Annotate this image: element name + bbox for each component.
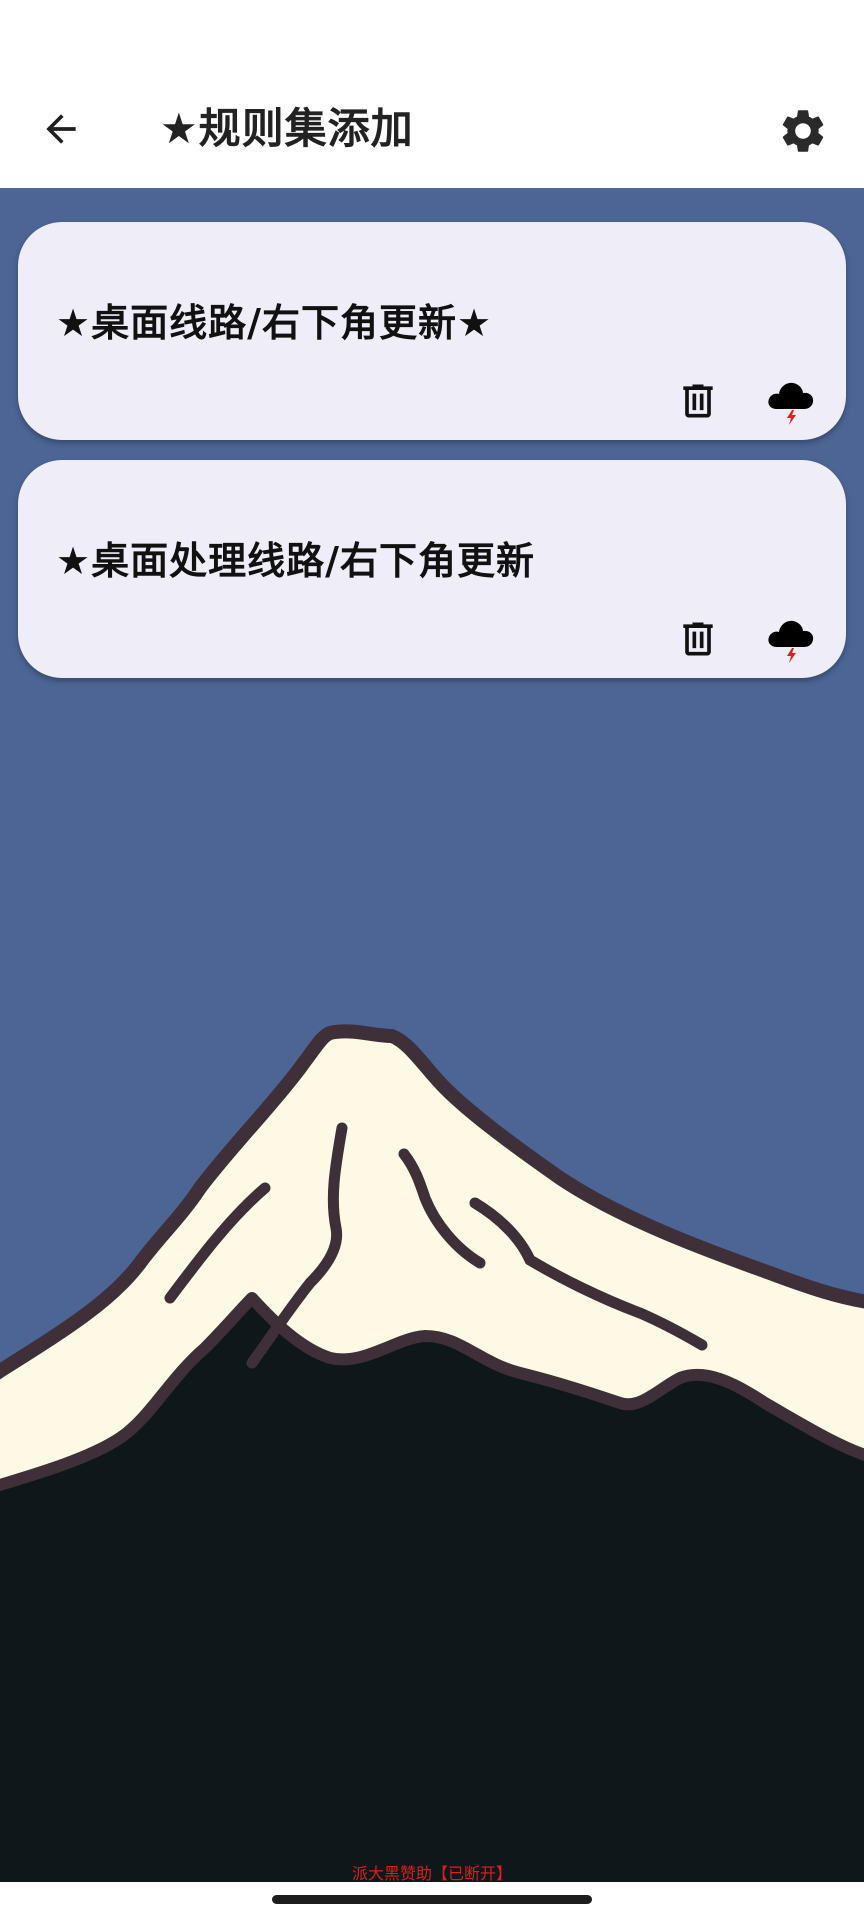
delete-button[interactable] [668, 610, 728, 668]
cloud-lightning-icon [768, 382, 814, 425]
update-button[interactable] [756, 606, 826, 672]
trash-icon [683, 384, 713, 418]
rule-set-list: ★桌面线路/右下角更新★ ★桌面处理线路/右下角更新 [0, 188, 864, 1882]
delete-button[interactable] [668, 372, 728, 430]
rule-set-card[interactable]: ★桌面处理线路/右下角更新 [18, 460, 846, 678]
navigation-bar [0, 1882, 864, 1920]
gear-icon [782, 110, 824, 152]
connection-status-text: 派大黑赞助【已断开】 [351, 1864, 512, 1883]
app-bar: ★规则集添加 [0, 70, 864, 188]
back-button[interactable] [26, 94, 96, 164]
arrow-left-icon [46, 114, 76, 144]
settings-button[interactable] [766, 94, 840, 168]
home-indicator[interactable] [272, 1895, 592, 1904]
mountain-wallpaper [0, 1024, 864, 1882]
rule-set-card[interactable]: ★桌面线路/右下角更新★ [18, 222, 846, 440]
rule-set-name: ★桌面线路/右下角更新★ [56, 301, 493, 345]
rule-set-name: ★桌面处理线路/右下角更新 [56, 539, 535, 583]
trash-icon [683, 622, 713, 656]
status-bar [0, 0, 864, 70]
update-button[interactable] [756, 368, 826, 434]
page-title: ★规则集添加 [160, 104, 414, 153]
cloud-lightning-icon [768, 620, 814, 663]
